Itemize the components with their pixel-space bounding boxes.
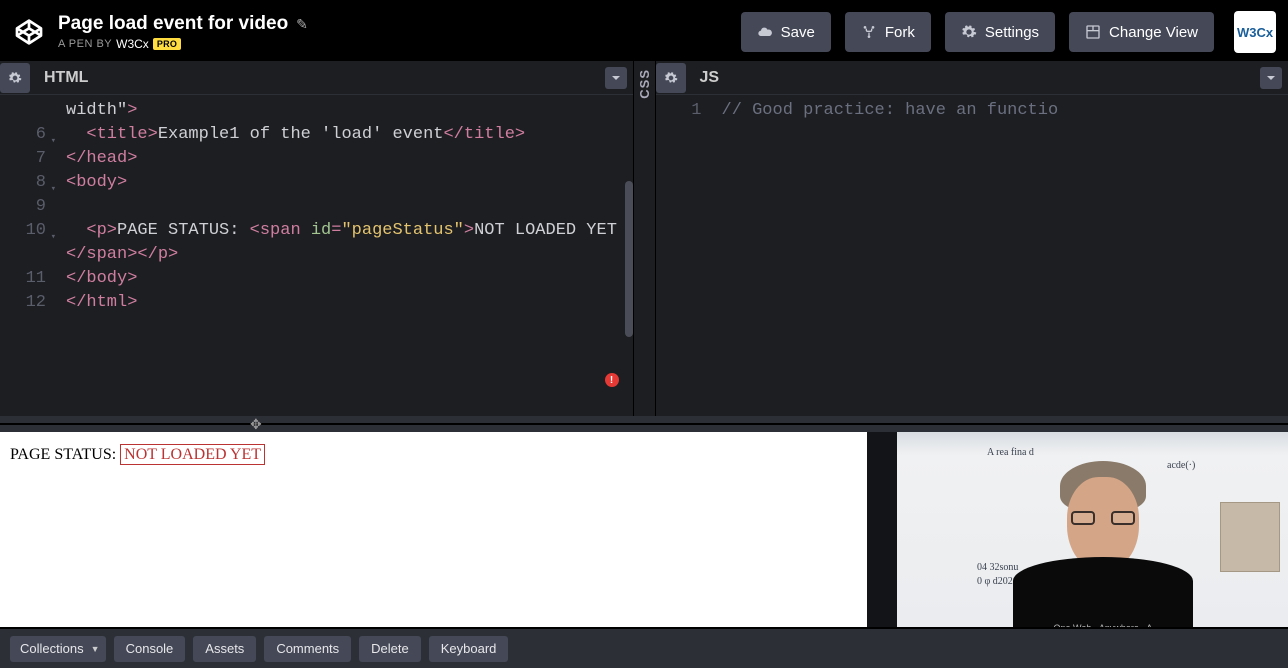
chevron-down-icon: [1266, 73, 1276, 83]
author-link[interactable]: W3Cx: [116, 37, 149, 51]
assets-button[interactable]: Assets: [193, 636, 256, 662]
gear-icon: [664, 71, 678, 85]
html-code-lines[interactable]: width"> <title>Example1 of the 'load' ev…: [52, 95, 633, 416]
scrollbar-thumb[interactable]: [625, 181, 633, 337]
preview-label: PAGE STATUS:: [10, 446, 120, 463]
avatar[interactable]: W3Cx: [1234, 11, 1276, 53]
settings-button[interactable]: Settings: [945, 12, 1055, 52]
horizontal-resizer[interactable]: ✥: [0, 416, 1288, 432]
js-code-lines[interactable]: // Good practice: have an functio: [708, 95, 1288, 416]
delete-button[interactable]: Delete: [359, 636, 421, 662]
gear-icon: [8, 71, 22, 85]
codepen-logo-icon[interactable]: [14, 17, 44, 47]
output-row: PAGE STATUS: NOT LOADED YET A rea fina d…: [0, 432, 1288, 627]
js-dropdown-button[interactable]: [1260, 67, 1282, 89]
collections-select[interactable]: Collections ▼: [10, 636, 106, 662]
panel-header-html: HTML: [0, 61, 633, 95]
panel-js: JS 1 // Good practice: have an functio: [656, 61, 1288, 416]
js-editor[interactable]: 1 // Good practice: have an functio: [656, 95, 1288, 416]
panel-title-css: CSS: [637, 69, 652, 99]
preview-status: NOT LOADED YET: [120, 444, 265, 465]
save-button[interactable]: Save: [741, 12, 831, 52]
html-dropdown-button[interactable]: [605, 67, 627, 89]
editors-row: HTML 6▾78▾910▾1112 width"> <title>Exampl…: [0, 61, 1288, 416]
keyboard-button[interactable]: Keyboard: [429, 636, 509, 662]
edit-title-icon[interactable]: ✎: [296, 16, 308, 33]
video-overlay[interactable]: A rea fina d acde(·) 04 32sonu 0 φ d2020…: [867, 432, 1288, 627]
html-line-gutter: 6▾78▾910▾1112: [0, 95, 52, 416]
html-editor[interactable]: 6▾78▾910▾1112 width"> <title>Example1 of…: [0, 95, 633, 416]
pro-badge: PRO: [153, 38, 181, 50]
footer: Collections ▼ Console Assets Comments De…: [0, 627, 1288, 668]
fork-icon: [861, 24, 877, 40]
layout-icon: [1085, 24, 1101, 40]
subtitle-prefix: A PEN BY: [58, 38, 112, 50]
cloud-icon: [757, 24, 773, 40]
fork-button[interactable]: Fork: [845, 12, 931, 52]
comments-button[interactable]: Comments: [264, 636, 351, 662]
gear-icon: [961, 24, 977, 40]
caret-down-icon: ▼: [91, 644, 100, 654]
js-line-gutter: 1: [656, 95, 708, 416]
title-block: Page load event for video ✎ A PEN BY W3C…: [58, 13, 308, 51]
html-settings-button[interactable]: [0, 63, 30, 93]
console-button[interactable]: Console: [114, 636, 186, 662]
panel-css-collapsed[interactable]: CSS: [634, 61, 656, 416]
preview-pane[interactable]: PAGE STATUS: NOT LOADED YET: [0, 432, 867, 627]
presenter: . One Web · Anywhere · A..: [1013, 432, 1193, 627]
header: Page load event for video ✎ A PEN BY W3C…: [0, 3, 1288, 61]
move-cursor-icon: ✥: [250, 416, 262, 433]
chevron-down-icon: [611, 73, 621, 83]
panel-title-html: HTML: [44, 69, 88, 87]
panel-html: HTML 6▾78▾910▾1112 width"> <title>Exampl…: [0, 61, 634, 416]
panel-header-js: JS: [656, 61, 1288, 95]
change-view-button[interactable]: Change View: [1069, 12, 1214, 52]
error-badge[interactable]: !: [605, 373, 619, 387]
pen-title[interactable]: Page load event for video: [58, 13, 288, 35]
js-settings-button[interactable]: [656, 63, 686, 93]
panel-title-js: JS: [700, 69, 720, 87]
